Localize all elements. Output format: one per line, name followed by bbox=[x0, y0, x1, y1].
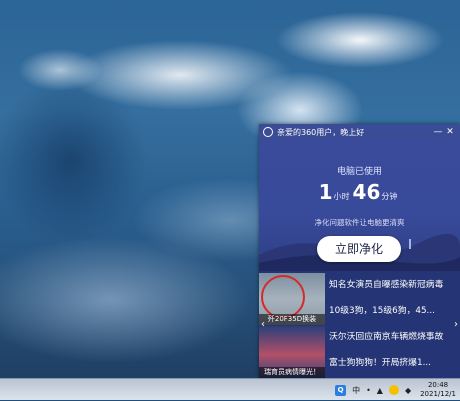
news-headline[interactable]: 10级3狗，15级6狗，45... bbox=[329, 303, 457, 316]
popup-title: 亲爱的360用户，晚上好 bbox=[277, 127, 365, 137]
punctuation-icon[interactable]: • bbox=[366, 386, 371, 395]
sound-icon[interactable] bbox=[388, 385, 399, 395]
news-headline[interactable]: 沃尔沃回应南京车辆燃烧事故 bbox=[329, 329, 457, 342]
hours-value: 1 bbox=[318, 180, 333, 204]
clock-date: 2021/12/1 bbox=[420, 390, 456, 398]
usage-panel: 电脑已使用 1 小时 46 分钟 净化问题软件让电脑更清爽 立即净化 bbox=[259, 140, 460, 271]
news-thumbnail[interactable]: 瑞育员病情曝光！ bbox=[259, 326, 325, 378]
popup-header: 亲爱的360用户，晚上好 — ✕ bbox=[259, 124, 460, 140]
system-tray: Q 中 • ▲ ◆ 20:48 2021/12/1 bbox=[332, 379, 460, 401]
usage-time: 1 小时 46 分钟 bbox=[259, 180, 460, 204]
cleanup-hint: 净化问题软件让电脑更清爽 bbox=[314, 218, 405, 227]
qq-icon[interactable]: Q bbox=[335, 384, 347, 396]
security-popup: 亲爱的360用户，晚上好 — ✕ 电脑已使用 1 小时 46 分钟 净化问题软件… bbox=[259, 124, 460, 378]
news-headline[interactable]: 知名女演员自曝感染新冠病毒 bbox=[329, 277, 457, 290]
clock[interactable]: 20:48 2021/12/1 bbox=[420, 381, 456, 399]
minimize-icon[interactable]: — bbox=[432, 127, 444, 137]
prev-arrow-icon[interactable]: ‹ bbox=[261, 319, 265, 330]
logo-icon bbox=[263, 127, 273, 137]
taskbar: Q 中 • ▲ ◆ 20:48 2021/12/1 bbox=[0, 378, 460, 400]
thumbnail-caption: 瑞育员病情曝光！ bbox=[259, 367, 325, 378]
clock-time: 20:48 bbox=[427, 381, 449, 389]
minutes-unit: 分钟 bbox=[381, 192, 398, 201]
next-arrow-icon[interactable]: › bbox=[454, 319, 458, 330]
news-thumbnail[interactable]: 歼20F35D换装 bbox=[259, 273, 325, 325]
close-icon[interactable]: ✕ bbox=[444, 127, 456, 137]
network-icon[interactable]: ▲ bbox=[377, 386, 383, 395]
minutes-value: 46 bbox=[352, 180, 381, 204]
usage-label: 电脑已使用 bbox=[336, 167, 382, 177]
news-headline[interactable]: 富士狗狗狗！开局挤爆1... bbox=[329, 355, 457, 368]
ime-indicator[interactable]: 中 bbox=[352, 385, 360, 396]
highlight-circle bbox=[261, 275, 305, 319]
flag-icon[interactable]: ◆ bbox=[405, 386, 411, 395]
news-feed: 歼20F35D换装 瑞育员病情曝光！ 知名女演员自曝感染新冠病毒 10级3狗，1… bbox=[259, 271, 460, 378]
hours-unit: 小时 bbox=[333, 192, 350, 201]
thumbnail-caption: 歼20F35D换装 bbox=[259, 314, 325, 325]
clean-now-button[interactable]: 立即净化 bbox=[317, 236, 401, 262]
